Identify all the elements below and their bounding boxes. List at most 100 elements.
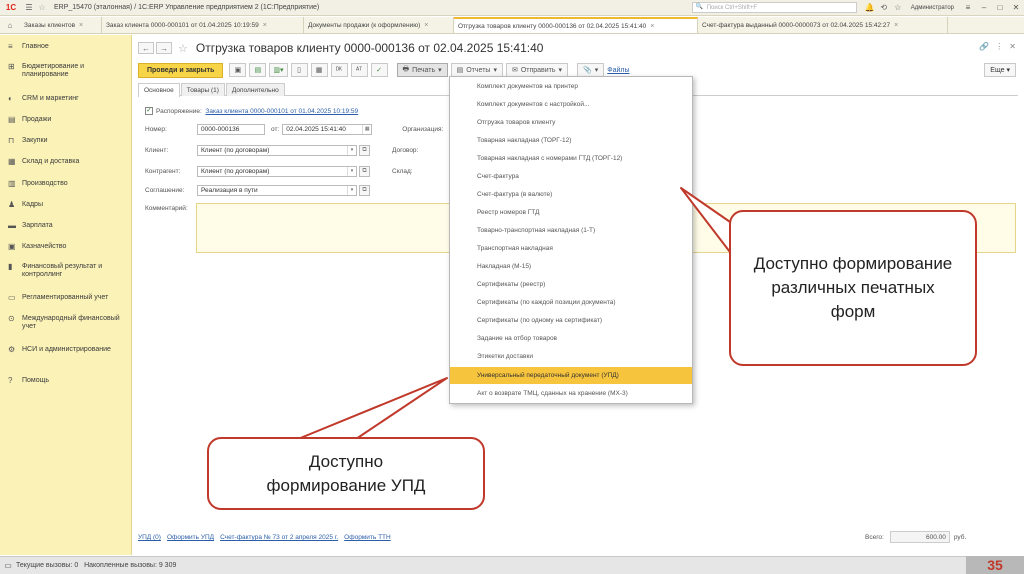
chevron-down-icon[interactable]: ▾ (347, 146, 356, 155)
favorites-icon[interactable]: ☆ (36, 3, 48, 12)
menu-item-mx3[interactable]: Акт о возврате ТМЦ, сданных на хранение … (450, 385, 692, 402)
menu-item-invoice[interactable]: Счет-фактура (450, 168, 692, 185)
number-input[interactable]: 0000-000136 (197, 124, 265, 135)
at-icon[interactable]: ᴬᵀ (350, 63, 368, 77)
sidebar-item-sales[interactable]: ▤ Продажи (0, 116, 130, 124)
tab-orders[interactable]: Заказы клиентов × (20, 17, 102, 33)
print-button[interactable]: 🖶 Печать ▾ (396, 63, 448, 77)
link-icon[interactable]: 🔗 (979, 42, 989, 51)
close-tab-icon[interactable]: × (894, 22, 898, 29)
global-search-input[interactable]: Поиск Ctrl+Shift+F (691, 2, 857, 13)
sidebar-item-label: Кадры (22, 201, 43, 208)
open-link-icon[interactable]: ⧉ (359, 185, 370, 196)
sidebar-item-crm[interactable]: ◐ CRM и маркетинг (0, 95, 130, 103)
menu-item-picking-task[interactable]: Задание на отбор товаров (450, 330, 692, 347)
post-and-close-button[interactable]: Проведи и закрыть (138, 62, 224, 78)
favorite-star-icon[interactable]: ☆ (178, 42, 188, 55)
menu-item-certificates-per-item[interactable]: Сертификаты (по каждой позиции документа… (450, 294, 692, 311)
close-form-icon[interactable]: ✕ (1009, 42, 1016, 51)
send-button[interactable]: ✉ Отправить ▾ (505, 63, 569, 77)
menu-item-print-set[interactable]: Комплект документов на принтер (450, 78, 692, 95)
client-input[interactable]: Клиент (по договорам) ▾ (197, 145, 357, 156)
close-tab-icon[interactable]: × (79, 22, 83, 29)
tab-shipment[interactable]: Отгрузка товаров клиенту 0000-000136 от … (454, 17, 698, 33)
open-tabs-bar: ⌂ Заказы клиентов × Заказ клиента 0000-00… (0, 17, 1024, 34)
sidebar-item-main[interactable]: ≡ Главное (0, 43, 130, 51)
menu-item-gtd-registry[interactable]: Реестр номеров ГТД (450, 204, 692, 221)
sidebar-item-warehouse[interactable]: ▦ Склад и доставка (0, 158, 130, 166)
create-upd-link[interactable]: Оформить УПД (167, 534, 214, 541)
tab-main[interactable]: Основное (138, 83, 180, 97)
history-icon[interactable]: ⟲ (877, 3, 891, 12)
sidebar-item-admin[interactable]: ⚙ НСИ и администрирование (0, 346, 130, 354)
sidebar-item-financial-result[interactable]: ▮ Финансовый результат и контроллинг (0, 263, 130, 279)
structure-icon[interactable]: ▯ (290, 63, 308, 77)
send-icon: ✉ (511, 67, 518, 74)
minimize-icon[interactable]: – (976, 3, 992, 12)
menu-item-torg12-gtd[interactable]: Товарная накладная с номерами ГТД (ТОРГ-… (450, 150, 692, 167)
contractor-input[interactable]: Клиент (по договорам) ▾ (197, 166, 357, 177)
user-name[interactable]: Администратор (911, 5, 954, 11)
sidebar-item-hr[interactable]: ♟ Кадры (0, 201, 130, 209)
close-tab-icon[interactable]: × (424, 22, 428, 29)
home-icon[interactable]: ⌂ (0, 21, 20, 30)
disposal-checkbox[interactable]: ✓ (145, 107, 153, 115)
sidebar-item-salary[interactable]: ▬ Зарплата (0, 222, 130, 230)
tab-sales-docs[interactable]: Документы продажи (к оформлению) × (304, 17, 454, 33)
sidebar-item-treasury[interactable]: ▣ Казначейство (0, 243, 130, 251)
forward-button[interactable]: → (156, 42, 172, 54)
sidebar-item-help[interactable]: ? Помощь (0, 377, 130, 385)
attach-button[interactable]: 📎 ▾ (577, 63, 605, 77)
back-button[interactable]: ← (138, 42, 154, 54)
open-link-icon[interactable]: ⧉ (359, 145, 370, 156)
post-icon[interactable]: ▤ (249, 63, 267, 77)
reports-button[interactable]: ▤ Отчеты ▾ (450, 63, 503, 77)
more-vert-icon[interactable]: ⋮ (995, 42, 1003, 51)
sidebar-item-budgeting[interactable]: ⊞ Бюджетирование и планирование (0, 63, 130, 79)
files-link[interactable]: Файлы (607, 67, 629, 74)
tab-order[interactable]: Заказ клиента 0000-000101 от 01.04.2025 … (102, 17, 304, 33)
menu-item-delivery-labels[interactable]: Этикетки доставки (450, 348, 692, 365)
invoice-link[interactable]: Счет-фактура № 73 от 2 апреля 2025 г. (220, 534, 338, 541)
create-based-on-icon[interactable]: ▥▾ (269, 63, 288, 77)
menu-item-shipment[interactable]: Отгрузка товаров клиенту (450, 114, 692, 131)
chevron-down-icon[interactable]: ▾ (347, 167, 356, 176)
favorites-star-icon[interactable]: ☆ (891, 3, 905, 12)
upd-count-link[interactable]: УПД (0) (138, 534, 161, 541)
close-tab-icon[interactable]: × (263, 22, 267, 29)
tab-additional[interactable]: Дополнительно (225, 83, 285, 96)
menu-item-transport-waybill[interactable]: Транспортная накладная (450, 240, 692, 257)
open-link-icon[interactable]: ⧉ (359, 166, 370, 177)
create-ttn-link[interactable]: Оформить ТТН (344, 534, 391, 541)
movements-icon[interactable]: ᴰᴷ (330, 63, 348, 77)
notifications-icon[interactable]: 🔔 (863, 3, 877, 12)
sidebar-item-ifrs[interactable]: ⊙ Международный финансовый учет (0, 315, 130, 331)
calendar-icon[interactable]: ▦ (362, 125, 371, 134)
main-menu-icon[interactable]: ☰ (22, 3, 36, 12)
more-button[interactable]: Еще ▾ (984, 63, 1016, 77)
report-icon[interactable]: ▦ (310, 63, 328, 77)
date-input[interactable]: 02.04.2025 15:41:40 ▦ (282, 124, 373, 135)
tab-invoice[interactable]: Счет-фактура выданный 0000-0000073 от 02… (698, 17, 948, 33)
menu-item-certificates-per-cert[interactable]: Сертификаты (по одному на сертификат) (450, 312, 692, 329)
chevron-down-icon[interactable]: ▾ (347, 186, 356, 195)
close-window-icon[interactable]: ✕ (1008, 3, 1024, 12)
menu-item-upd[interactable]: Универсальный передаточный документ (УПД… (450, 367, 692, 384)
menu-item-print-set-settings[interactable]: Комплект документов с настройкой... (450, 96, 692, 113)
maximize-icon[interactable]: □ (992, 3, 1008, 12)
tab-goods[interactable]: Товары (1) (180, 83, 225, 96)
save-icon[interactable]: ▣ (229, 63, 247, 77)
sidebar-item-regulated-accounting[interactable]: ▭ Регламентированный учет (0, 294, 130, 302)
menu-item-1t[interactable]: Товарно-транспортная накладная (1-Т) (450, 222, 692, 239)
close-tab-icon[interactable]: × (650, 23, 654, 30)
agreement-input[interactable]: Реализация в пути ▾ (197, 185, 357, 196)
sidebar-item-production[interactable]: ▥ Производство (0, 180, 130, 188)
sidebar-item-purchases[interactable]: ⊓ Закупки (0, 137, 130, 145)
menu-item-invoice-currency[interactable]: Счет-фактура (в валюте) (450, 186, 692, 203)
menu-item-torg12[interactable]: Товарная накладная (ТОРГ-12) (450, 132, 692, 149)
menu-item-certificates-registry[interactable]: Сертификаты (реестр) (450, 276, 692, 293)
settings-icon[interactable]: ≡ (960, 3, 976, 12)
menu-item-m15[interactable]: Накладная (М-15) (450, 258, 692, 275)
disposal-link[interactable]: Заказ клиента 0000-000101 от 01.04.2025 … (205, 108, 358, 115)
check-icon[interactable]: ✓ (370, 63, 388, 77)
